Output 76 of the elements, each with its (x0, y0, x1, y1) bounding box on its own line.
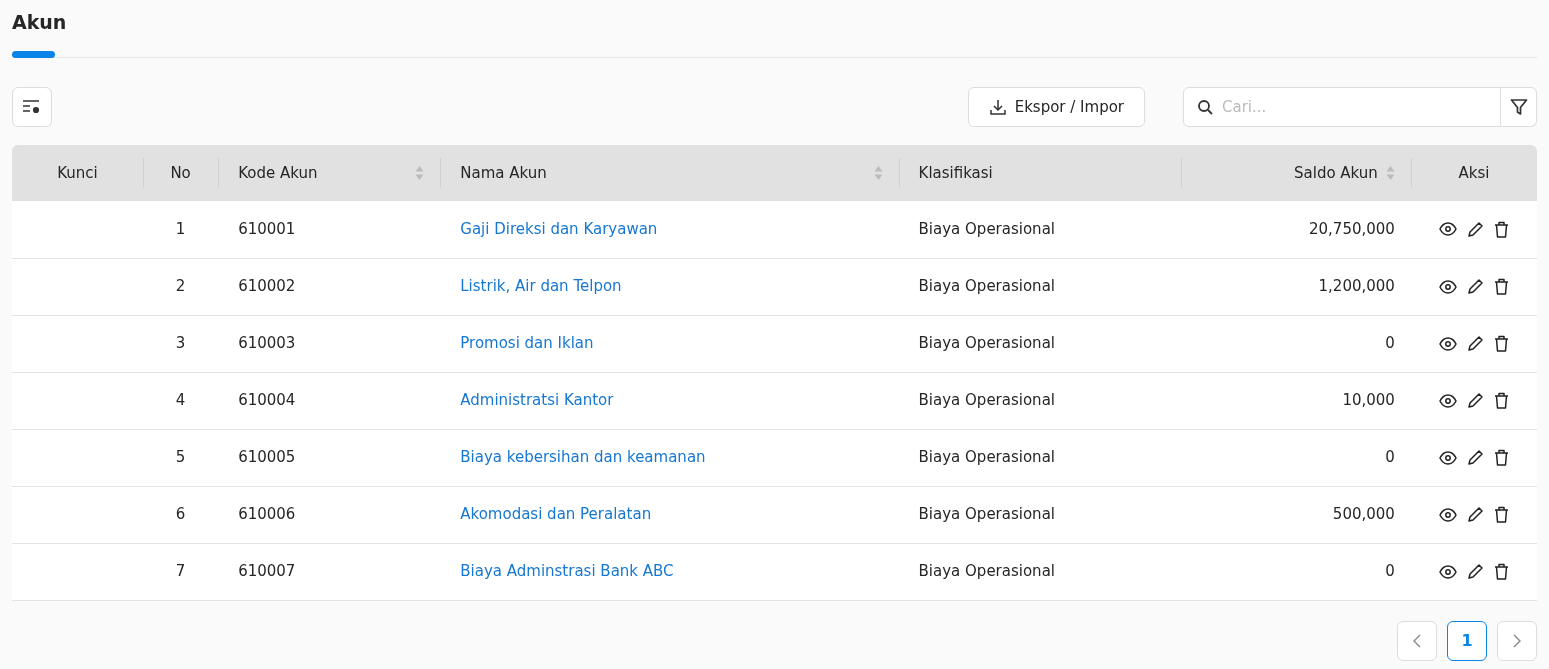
edit-icon[interactable] (1466, 506, 1484, 523)
balance-cell: 0 (1385, 448, 1395, 467)
classification-cell: Biaya Operasional (918, 220, 1055, 238)
view-icon[interactable] (1438, 507, 1457, 522)
row-number: 4 (175, 391, 186, 410)
balance-cell: 0 (1385, 334, 1395, 353)
edit-icon[interactable] (1466, 335, 1484, 352)
delete-icon[interactable] (1493, 392, 1509, 409)
row-number: 5 (175, 448, 186, 467)
delete-icon[interactable] (1493, 220, 1509, 238)
classification-cell: Biaya Operasional (918, 277, 1055, 296)
column-header: Aksi (1458, 162, 1490, 184)
view-icon[interactable] (1438, 336, 1457, 351)
row-number: 7 (175, 562, 186, 581)
row-number: 2 (175, 277, 186, 296)
delete-icon[interactable] (1493, 278, 1509, 295)
row-number: 3 (175, 334, 186, 353)
account-code: 610005 (238, 448, 296, 467)
balance-cell: 0 (1385, 562, 1395, 581)
download-icon (988, 98, 1007, 116)
delete-icon[interactable] (1493, 506, 1509, 523)
classification-cell: Biaya Operasional (918, 334, 1055, 353)
view-icon[interactable] (1438, 393, 1457, 408)
account-code: 610002 (238, 277, 296, 296)
classification-cell: Biaya Operasional (918, 505, 1055, 524)
account-name-link[interactable]: Biaya kebersihan dan keamanan (460, 448, 706, 467)
view-icon[interactable] (1438, 450, 1457, 465)
column-header[interactable]: Kode Akun (238, 161, 408, 185)
account-code: 610003 (238, 334, 296, 353)
balance-cell: 500,000 (1332, 505, 1395, 524)
column-header: No (170, 162, 191, 184)
view-icon[interactable] (1438, 222, 1457, 237)
list-settings-icon (22, 99, 42, 115)
balance-cell: 20,750,000 (1309, 220, 1395, 238)
column-header: Kunci (57, 162, 98, 184)
edit-icon[interactable] (1466, 449, 1484, 466)
balance-cell: 1,200,000 (1318, 277, 1395, 296)
column-header: Klasifikasi (918, 162, 993, 184)
classification-cell: Biaya Operasional (918, 562, 1055, 581)
delete-icon[interactable] (1493, 449, 1509, 466)
column-settings-button[interactable] (12, 87, 52, 127)
account-code: 610004 (238, 391, 296, 410)
column-header[interactable]: Saldo Akun (1294, 161, 1378, 185)
account-name-link[interactable]: Promosi dan Iklan (460, 334, 594, 353)
account-code: 610006 (238, 505, 296, 524)
account-code: 610007 (238, 562, 296, 581)
account-name-link[interactable]: Administratsi Kantor (460, 391, 614, 410)
row-number: 1 (175, 220, 186, 238)
edit-icon[interactable] (1466, 563, 1484, 580)
column-header[interactable]: Nama Akun (460, 161, 866, 185)
view-icon[interactable] (1438, 279, 1457, 294)
edit-icon[interactable] (1466, 278, 1484, 295)
account-code: 610001 (238, 220, 296, 238)
filter-button[interactable] (1501, 87, 1537, 127)
classification-cell: Biaya Operasional (918, 448, 1055, 467)
balance-cell: 10,000 (1342, 391, 1395, 410)
page-title: Akun (12, 10, 68, 35)
edit-icon[interactable] (1466, 220, 1484, 238)
tab-indicator (12, 51, 55, 58)
export-import-button[interactable]: Ekspor / Impor (967, 87, 1145, 127)
account-name-link[interactable]: Listrik, Air dan Telpon (460, 277, 622, 296)
chevron-right-icon (1513, 633, 1521, 648)
account-name-link[interactable]: Gaji Direksi dan Karyawan (460, 220, 658, 238)
search-field[interactable]: Cari... (1183, 87, 1501, 127)
delete-icon[interactable] (1493, 563, 1509, 580)
page-button[interactable]: 1 (1447, 620, 1487, 661)
edit-icon[interactable] (1466, 392, 1484, 409)
account-name-link[interactable]: Biaya Adminstrasi Bank ABC (460, 562, 674, 581)
delete-icon[interactable] (1493, 335, 1509, 352)
chevron-left-icon (1413, 633, 1421, 648)
filter-icon (1509, 98, 1528, 116)
account-name-link[interactable]: Akomodasi dan Peralatan (460, 505, 652, 524)
row-number: 6 (175, 505, 186, 524)
classification-cell: Biaya Operasional (918, 391, 1055, 410)
search-icon (1197, 99, 1213, 115)
view-icon[interactable] (1438, 564, 1457, 579)
